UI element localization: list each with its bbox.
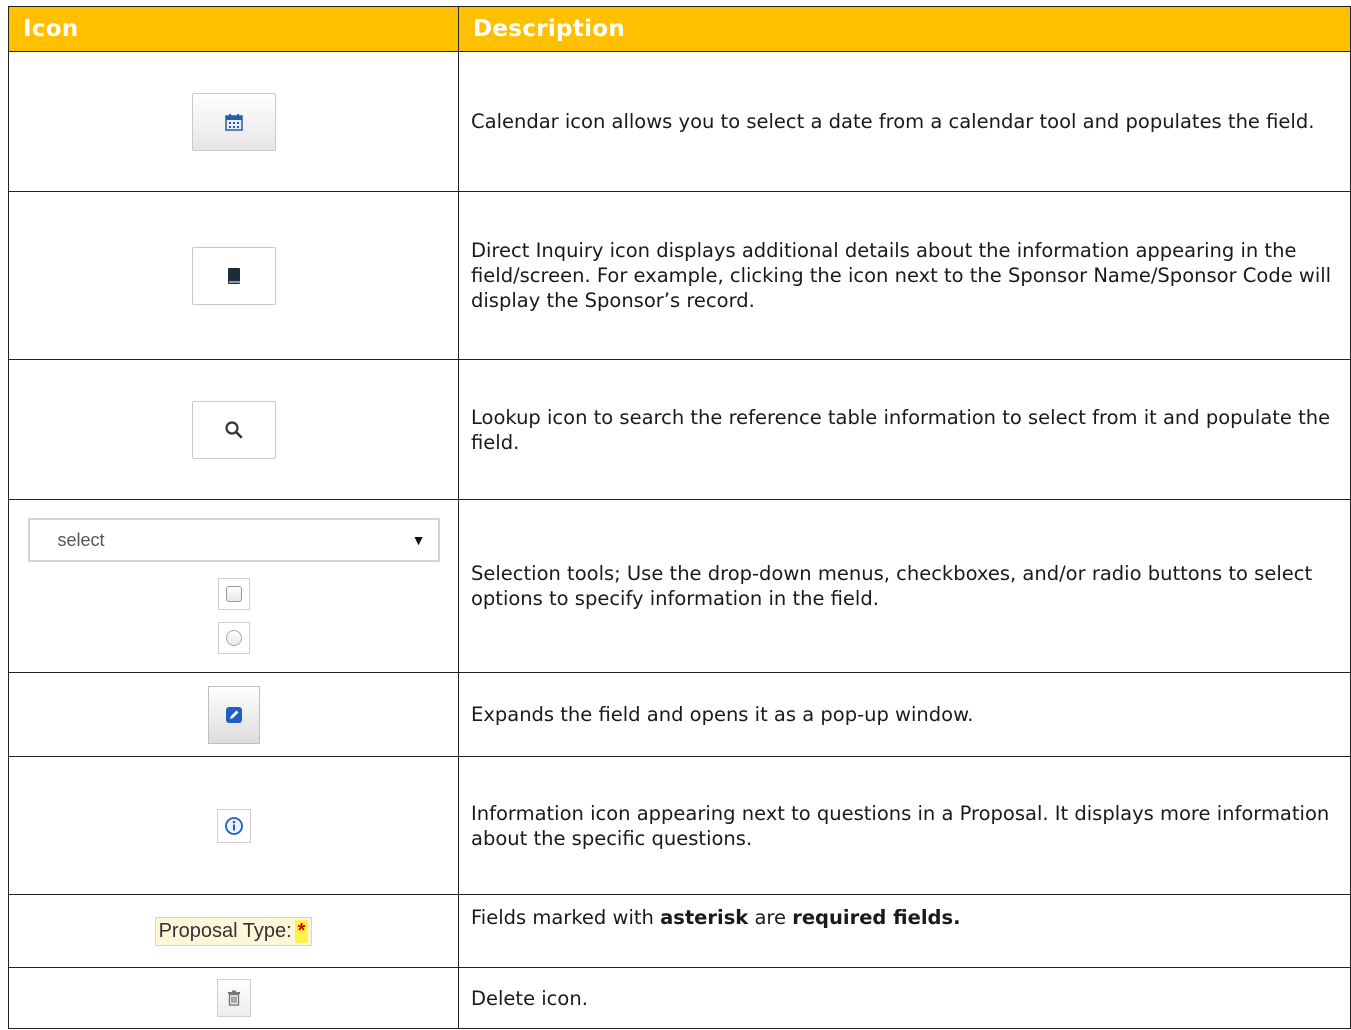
- description-information: Information icon appearing next to quest…: [458, 756, 1351, 895]
- checkbox-example[interactable]: [217, 578, 250, 610]
- checkbox-icon: [225, 586, 242, 602]
- description-required-bold-required: required fields.: [792, 906, 961, 929]
- description-calendar: Calendar icon allows you to select a dat…: [458, 51, 1351, 192]
- radio-icon: [225, 630, 242, 646]
- calendar-icon: [224, 113, 243, 131]
- icon-cell-required: Proposal Type: *: [8, 894, 459, 968]
- description-required-prefix: Fields marked with: [471, 906, 661, 929]
- icon-cell-direct-inquiry: [8, 191, 459, 360]
- table-row-information: Information icon appearing next to quest…: [8, 756, 1351, 895]
- table-row-expand: Expands the field and opens it as a pop-…: [8, 672, 1351, 757]
- expand-button[interactable]: [207, 685, 260, 744]
- header-icon: Icon: [8, 6, 459, 52]
- icon-cell-calendar: [8, 51, 459, 192]
- icon-cell-delete: [8, 967, 459, 1029]
- icon-cell-selection: select ▼: [8, 499, 459, 673]
- icon-cell-information: [8, 756, 459, 895]
- table-row-selection: select ▼ Selection tools; Use the drop-d…: [8, 499, 1351, 673]
- required-field-label-text: Proposal Type:: [158, 919, 292, 942]
- description-lookup: Lookup icon to search the reference tabl…: [458, 359, 1351, 500]
- table-row-delete: Delete icon.: [8, 967, 1351, 1029]
- required-field-label: Proposal Type: *: [154, 916, 313, 946]
- book-icon: [227, 267, 240, 284]
- info-icon: [224, 816, 243, 835]
- required-asterisk: *: [294, 919, 309, 943]
- description-required-middle: are: [748, 906, 793, 929]
- description-required: Fields marked with asterisk are required…: [458, 894, 1351, 968]
- edit-icon: [225, 706, 242, 723]
- search-icon: [224, 420, 242, 438]
- select-value: select: [57, 529, 105, 550]
- table-row-lookup: Lookup icon to search the reference tabl…: [8, 359, 1351, 500]
- information-button[interactable]: [216, 808, 251, 843]
- icon-cell-expand: [8, 672, 459, 757]
- table-row-calendar: Calendar icon allows you to select a dat…: [8, 51, 1351, 192]
- table-row-direct-inquiry: Direct Inquiry icon displays additional …: [8, 191, 1351, 360]
- description-expand: Expands the field and opens it as a pop-…: [458, 672, 1351, 757]
- radio-example[interactable]: [217, 622, 250, 654]
- header-row: Icon Description: [8, 6, 1351, 52]
- trash-icon: [227, 990, 240, 1006]
- lookup-button[interactable]: [191, 400, 276, 459]
- select-dropdown[interactable]: select ▼: [27, 518, 440, 562]
- calendar-button[interactable]: [191, 92, 276, 151]
- description-selection: Selection tools; Use the drop-down menus…: [458, 499, 1351, 673]
- icon-reference-table: Icon Description Calendar icon allows yo…: [8, 6, 1351, 1029]
- header-description: Description: [458, 6, 1351, 52]
- table-row-required: Proposal Type: * Fields marked with aste…: [8, 894, 1351, 968]
- description-direct-inquiry: Direct Inquiry icon displays additional …: [458, 191, 1351, 360]
- description-required-bold-asterisk: asterisk: [660, 906, 749, 929]
- chevron-down-icon: ▼: [411, 532, 426, 548]
- delete-button[interactable]: [216, 979, 251, 1017]
- description-delete: Delete icon.: [458, 967, 1351, 1029]
- icon-cell-lookup: [8, 359, 459, 500]
- direct-inquiry-button[interactable]: [191, 246, 276, 305]
